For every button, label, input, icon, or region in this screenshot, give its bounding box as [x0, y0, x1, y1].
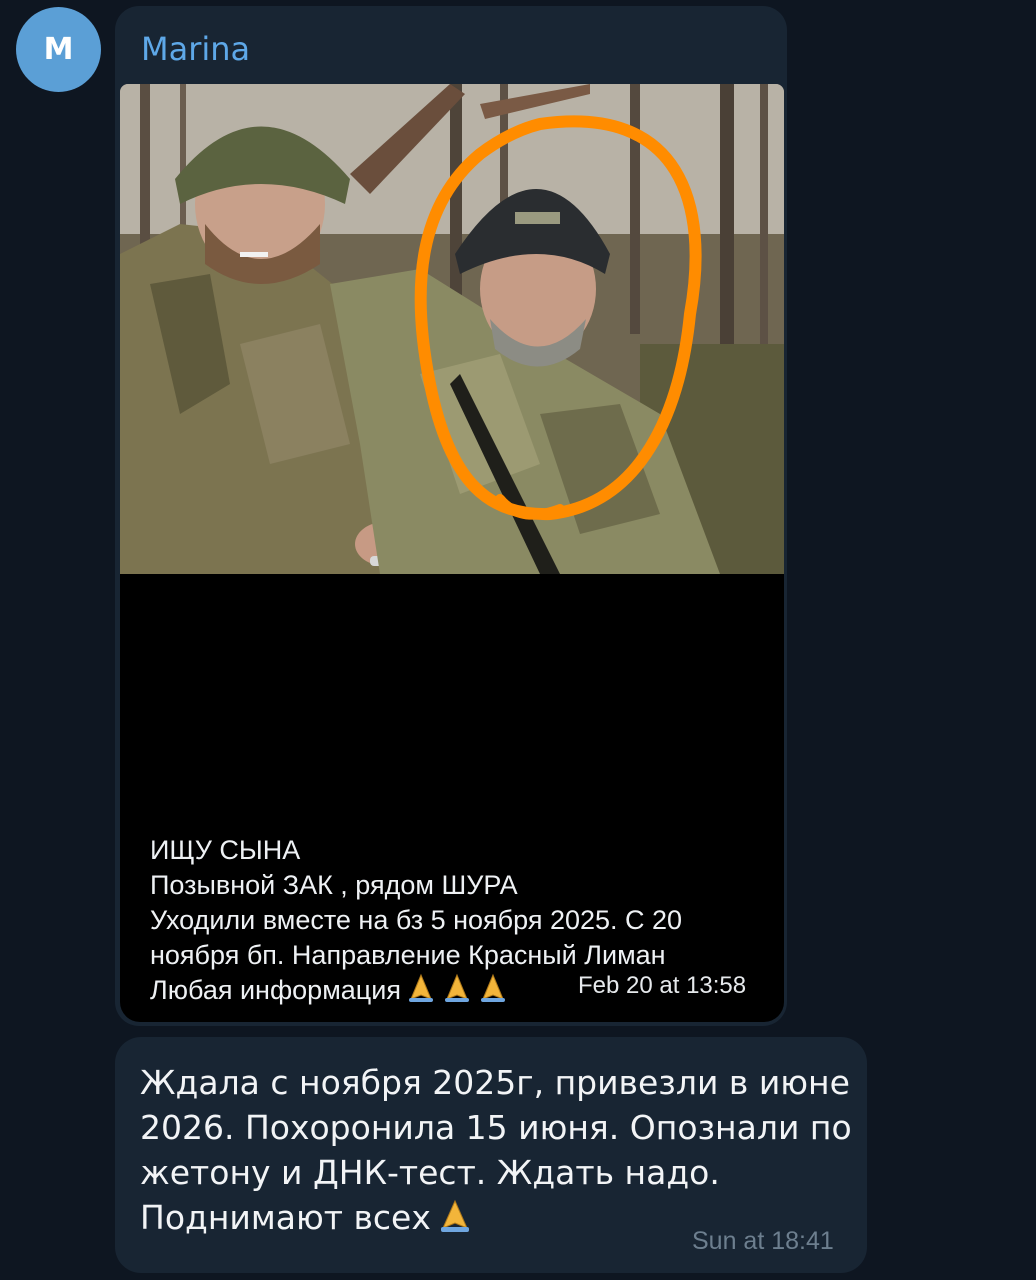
caption-line: ИЩУ СЫНА	[150, 835, 301, 865]
message-line: жетону и ДНК-тест. Ждать надо.	[140, 1153, 720, 1192]
caption-line: Любая информация	[150, 975, 401, 1005]
message-line: 2026. Похоронила 15 июня. Опознали по	[140, 1108, 852, 1147]
photo-image	[120, 84, 784, 574]
message-line: Поднимают всех	[140, 1198, 431, 1237]
avatar-letter: M	[43, 32, 74, 67]
caption-line: Позывной ЗАК , рядом ШУРА	[150, 870, 518, 900]
sender-name[interactable]: Marina	[141, 30, 250, 68]
sender-avatar[interactable]: M	[16, 7, 101, 92]
caption-line: Уходили вместе на бз 5 ноября 2025. С 20	[150, 905, 683, 935]
message-timestamp: Feb 20 at 13:58	[578, 972, 747, 999]
caption-line: ноября бп. Направление Красный Лиман	[150, 940, 666, 970]
praying-hands-icon	[435, 1199, 475, 1244]
chat-view: M Marina ИЩУ СЫНА Позывной ЗАК , рядом Ш…	[0, 0, 1036, 1280]
praying-hands-icon	[405, 973, 513, 1012]
message-timestamp: Sun at 18:41	[692, 1227, 834, 1255]
message-text: Ждала с ноября 2025г, привезли в июне 20…	[140, 1060, 860, 1244]
message-line: Ждала с ноября 2025г, привезли в июне	[140, 1063, 850, 1102]
